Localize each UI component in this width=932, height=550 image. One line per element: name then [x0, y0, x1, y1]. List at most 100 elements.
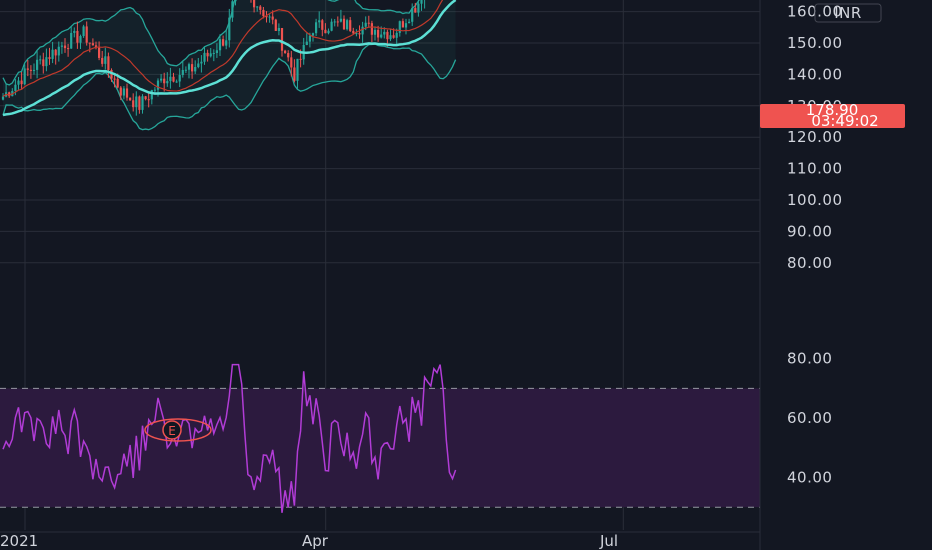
candle[interactable] [119, 87, 122, 96]
candle[interactable] [380, 34, 383, 38]
candle[interactable] [76, 30, 79, 43]
candle[interactable] [290, 57, 293, 68]
candle[interactable] [175, 81, 178, 83]
candle[interactable] [63, 45, 67, 49]
candle[interactable] [274, 19, 277, 31]
candle[interactable] [336, 21, 339, 23]
candle[interactable] [107, 56, 110, 71]
candle[interactable] [153, 89, 156, 91]
candle[interactable] [352, 30, 355, 34]
candle[interactable] [373, 29, 377, 35]
candle[interactable] [271, 16, 274, 20]
candle[interactable] [32, 69, 36, 71]
candle[interactable] [144, 96, 147, 100]
candle[interactable] [187, 64, 191, 70]
candle[interactable] [398, 21, 401, 33]
candle[interactable] [172, 76, 175, 82]
candle[interactable] [129, 97, 132, 101]
candle[interactable] [26, 68, 29, 70]
candle[interactable] [414, 8, 417, 13]
candle[interactable] [321, 20, 324, 30]
candle[interactable] [408, 21, 411, 24]
candle[interactable] [318, 20, 321, 23]
candle[interactable] [113, 78, 116, 80]
candle[interactable] [29, 69, 32, 71]
candle[interactable] [132, 100, 135, 108]
candle[interactable] [1, 96, 5, 100]
candle[interactable] [330, 21, 333, 31]
candle[interactable] [212, 52, 215, 54]
candle[interactable] [311, 33, 315, 36]
candle[interactable] [324, 29, 327, 34]
candle[interactable] [225, 40, 228, 46]
candle[interactable] [367, 22, 370, 24]
candle[interactable] [88, 42, 91, 44]
candle[interactable] [256, 6, 259, 8]
candle[interactable] [156, 80, 160, 90]
candle[interactable] [364, 22, 367, 27]
candle[interactable] [308, 35, 311, 42]
candle[interactable] [54, 49, 57, 56]
candle[interactable] [299, 58, 302, 60]
candle[interactable] [91, 43, 94, 46]
candle[interactable] [228, 17, 231, 41]
candle[interactable] [327, 30, 330, 34]
candle[interactable] [358, 33, 361, 35]
candle[interactable] [206, 52, 209, 57]
candle[interactable] [404, 23, 408, 28]
candle[interactable] [383, 31, 386, 35]
candle[interactable] [79, 36, 82, 43]
candle[interactable] [284, 50, 287, 54]
candle[interactable] [163, 78, 166, 84]
candle[interactable] [42, 59, 45, 67]
candle[interactable] [305, 41, 308, 46]
candle[interactable] [194, 66, 197, 72]
candle[interactable] [234, 0, 237, 2]
candle[interactable] [401, 21, 404, 28]
candle[interactable] [191, 64, 194, 72]
candle[interactable] [389, 35, 392, 40]
candle[interactable] [218, 39, 222, 51]
candle[interactable] [82, 26, 85, 37]
candle[interactable] [101, 57, 104, 64]
candle[interactable] [147, 99, 150, 101]
candle[interactable] [14, 84, 17, 91]
candle[interactable] [209, 53, 212, 57]
candle[interactable] [57, 46, 60, 56]
candle[interactable] [85, 26, 88, 43]
candle[interactable] [287, 53, 290, 58]
candle[interactable] [200, 61, 203, 64]
candle[interactable] [45, 57, 48, 67]
candle[interactable] [125, 88, 129, 98]
candle[interactable] [23, 68, 26, 85]
candle[interactable] [150, 90, 153, 100]
candle[interactable] [138, 96, 141, 110]
candle[interactable] [315, 22, 318, 34]
candle[interactable] [181, 69, 184, 75]
candle[interactable] [333, 21, 336, 23]
candle[interactable] [169, 76, 172, 82]
candle[interactable] [48, 57, 51, 59]
candle[interactable] [339, 18, 342, 22]
candle[interactable] [60, 45, 63, 47]
candle[interactable] [277, 27, 280, 31]
candle[interactable] [386, 31, 389, 40]
candle[interactable] [420, 0, 423, 4]
candle[interactable] [293, 67, 296, 81]
candle[interactable] [141, 96, 144, 110]
candle[interactable] [135, 96, 138, 108]
candle[interactable] [296, 58, 299, 81]
candle[interactable] [39, 59, 42, 61]
candle[interactable] [122, 88, 125, 96]
candle[interactable] [280, 27, 284, 51]
candle[interactable] [160, 78, 163, 81]
candle[interactable] [370, 23, 373, 35]
candle[interactable] [417, 3, 420, 13]
candle[interactable] [377, 29, 380, 38]
candle[interactable] [184, 69, 187, 71]
candle[interactable] [116, 78, 119, 88]
candle[interactable] [67, 48, 70, 50]
candle[interactable] [395, 32, 398, 38]
candle[interactable] [203, 52, 206, 62]
candle[interactable] [222, 39, 225, 46]
